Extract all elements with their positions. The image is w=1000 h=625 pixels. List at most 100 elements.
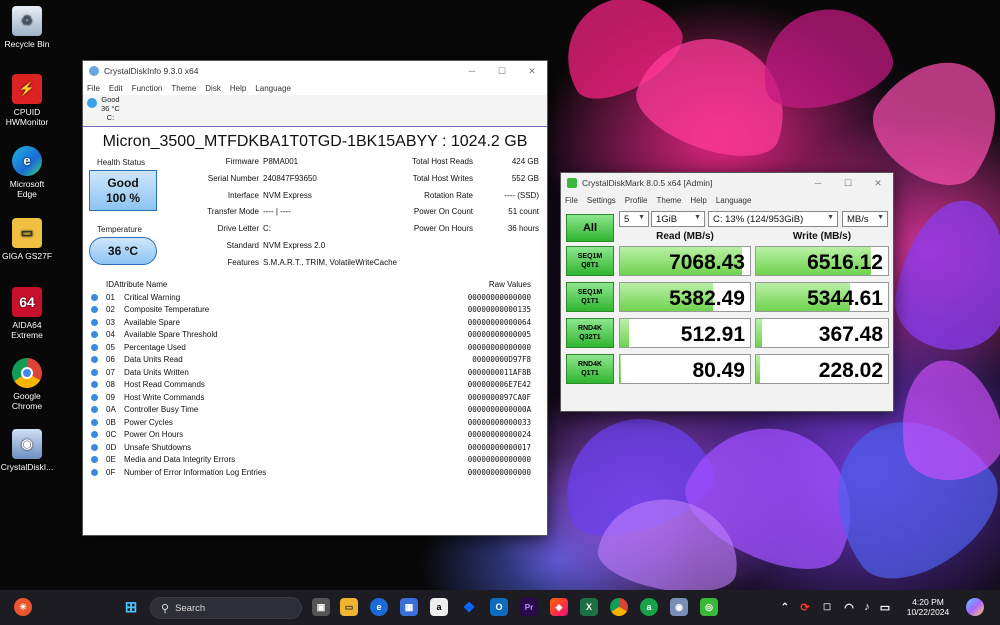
health-status-label: Health Status	[97, 158, 146, 167]
test-button-rnd4k-q32t1[interactable]: RND4K Q32T1	[566, 318, 614, 348]
table-row[interactable]: 06 Data Units Read 00000000D97F8	[87, 354, 539, 367]
menu-edit[interactable]: Edit	[109, 84, 123, 93]
chrome-taskbar-icon[interactable]	[610, 598, 628, 616]
task-view-icon[interactable]: ▣	[312, 598, 330, 616]
aida64-icon: 64	[12, 287, 42, 317]
table-row[interactable]: 05 Percentage Used 00000000000000	[87, 341, 539, 354]
wifi-icon[interactable]: ◠	[840, 598, 858, 616]
cdm-menubar: File Settings Profile Theme Help Languag…	[561, 193, 893, 207]
info-value: 36 hours	[507, 224, 539, 234]
desktop-icon-giga[interactable]: ▭ GIGA GS27F	[0, 218, 54, 261]
close-icon[interactable]: ✕	[863, 178, 893, 189]
table-row[interactable]: 0F Number of Error Information Log Entri…	[87, 466, 539, 479]
info-value: C:	[263, 224, 271, 234]
table-row[interactable]: 09 Host Write Commands 0000000097CA0F	[87, 391, 539, 404]
store-icon[interactable]: ▦	[400, 598, 418, 616]
menu-file[interactable]: File	[87, 84, 100, 93]
desktop-icon-chrome[interactable]: Google Chrome	[0, 358, 54, 411]
file-explorer-icon[interactable]: ▭	[340, 598, 358, 616]
write-bar	[756, 355, 760, 383]
edge-icon: e	[12, 146, 42, 176]
table-row[interactable]: 02 Composite Temperature 00000000000135	[87, 304, 539, 317]
menu-settings[interactable]: Settings	[587, 196, 616, 205]
test-button-rnd4k-q1t1[interactable]: RND4K Q1T1	[566, 354, 614, 384]
amazon-icon[interactable]: a	[430, 598, 448, 616]
tray-overflow-icon[interactable]: ⌃	[776, 598, 794, 616]
menu-profile[interactable]: Profile	[625, 196, 648, 205]
all-button[interactable]: All	[566, 214, 614, 242]
table-row[interactable]: 07 Data Units Written 0000000011AF8B	[87, 366, 539, 379]
menu-help[interactable]: Help	[690, 196, 706, 205]
desktop-icon-hwmonitor[interactable]: ⚡ CPUID HWMonitor	[0, 74, 54, 127]
menu-theme[interactable]: Theme	[171, 84, 196, 93]
table-row[interactable]: 01 Critical Warning 00000000000000	[87, 291, 539, 304]
menu-language[interactable]: Language	[255, 84, 291, 93]
info-value: P8MA001	[263, 157, 299, 166]
maximize-icon[interactable]: ☐	[833, 178, 863, 189]
table-row[interactable]: 08 Host Read Commands 000000006E7E42	[87, 379, 539, 392]
cdm-titlebar[interactable]: CrystalDiskMark 8.0.5 x64 [Admin] ─ ☐ ✕	[561, 173, 893, 193]
desktop-icon-edge[interactable]: e Microsoft Edge	[0, 146, 54, 199]
table-row[interactable]: 0D Unsafe Shutdowns 00000000000017	[87, 441, 539, 454]
info-value: 51 count	[508, 207, 539, 217]
tray-app-icon[interactable]: ⟳	[796, 598, 814, 616]
info-label: Serial Number	[207, 173, 259, 183]
tray-ime-icon[interactable]: ☐	[818, 598, 836, 616]
desktop-icon-recycle-bin[interactable]: ♻ Recycle Bin	[0, 6, 54, 49]
widgets-icon[interactable]: ☀	[14, 598, 32, 616]
app-a-icon[interactable]: a	[640, 598, 658, 616]
cdi-titlebar[interactable]: CrystalDiskInfo 9.3.0 x64 ─ ☐ ✕	[83, 61, 547, 81]
excel-icon[interactable]: X	[580, 598, 598, 616]
unit-select[interactable]: MB/s ▼	[842, 211, 888, 227]
app-icon	[567, 178, 577, 188]
write-result-2: 367.48	[755, 318, 889, 348]
count-select[interactable]: 5 ▼	[619, 211, 649, 227]
close-icon[interactable]: ✕	[517, 66, 547, 77]
menu-file[interactable]: File	[565, 196, 578, 205]
clock[interactable]: 4:20 PM 10/22/2024	[900, 597, 956, 617]
maximize-icon[interactable]: ☐	[487, 66, 517, 77]
menu-disk[interactable]: Disk	[205, 84, 221, 93]
app-icon	[89, 66, 99, 76]
copilot-icon[interactable]	[966, 598, 984, 616]
size-select[interactable]: 1GiB ▼	[651, 211, 705, 227]
smart-attribute-table: ID Attribute Name Raw Values 01 Critical…	[87, 277, 539, 479]
menu-function[interactable]: Function	[132, 84, 163, 93]
drive-select[interactable]: C: 13% (124/953GiB) ▼	[708, 211, 838, 227]
table-row[interactable]: 04 Available Spare Threshold 00000000000…	[87, 329, 539, 342]
table-row[interactable]: 0B Power Cycles 00000000000033	[87, 416, 539, 429]
minimize-icon[interactable]: ─	[457, 66, 487, 76]
start-icon[interactable]: ⊞	[122, 598, 140, 616]
crystaldiskmark-taskbar-icon[interactable]: ◎	[700, 598, 718, 616]
minimize-icon[interactable]: ─	[803, 178, 833, 188]
test-button-seq1m-q1t1[interactable]: SEQ1M Q1T1	[566, 282, 614, 312]
outlook-icon[interactable]: O	[490, 598, 508, 616]
info-value: ---- | ----	[263, 207, 291, 217]
table-row[interactable]: 03 Available Spare 00000000000064	[87, 316, 539, 329]
table-row[interactable]: 0A Controller Busy Time 0000000000000A	[87, 404, 539, 417]
table-row[interactable]: 0E Media and Data Integrity Errors 00000…	[87, 454, 539, 467]
desktop-icon-aida64[interactable]: 64 AIDA64 Extreme	[0, 287, 54, 340]
menu-help[interactable]: Help	[230, 84, 246, 93]
menu-language[interactable]: Language	[716, 196, 752, 205]
crystaldiskinfo-taskbar-icon[interactable]: ◉	[670, 598, 688, 616]
test-button-seq1m-q8t1[interactable]: SEQ1M Q8T1	[566, 246, 614, 276]
attribute-status-icon	[91, 318, 98, 326]
drive-status-icon	[87, 98, 97, 108]
drive-tab-c[interactable]: Good 36 °C C:	[87, 95, 120, 122]
desktop-icon-crystaldiskinfo[interactable]: ◉ CrystalDiskI...	[0, 429, 54, 472]
dropbox-icon[interactable]: ❖	[460, 598, 478, 616]
folder-icon: ▭	[12, 218, 42, 248]
write-bar	[756, 319, 763, 347]
menu-theme[interactable]: Theme	[656, 196, 681, 205]
attribute-status-icon	[91, 381, 98, 389]
premiere-icon[interactable]: Pr	[520, 598, 538, 616]
photos-icon[interactable]: ◈	[550, 598, 568, 616]
volume-icon[interactable]: ♪	[858, 598, 876, 616]
info-label: Features	[227, 257, 259, 267]
edge-taskbar-icon[interactable]: e	[370, 598, 388, 616]
search-box[interactable]: ⚲ Search	[150, 597, 302, 619]
table-row[interactable]: 0C Power On Hours 00000000000024	[87, 429, 539, 442]
battery-icon[interactable]: ▭	[876, 598, 894, 616]
health-status-box[interactable]: Good 100 %	[89, 170, 157, 211]
